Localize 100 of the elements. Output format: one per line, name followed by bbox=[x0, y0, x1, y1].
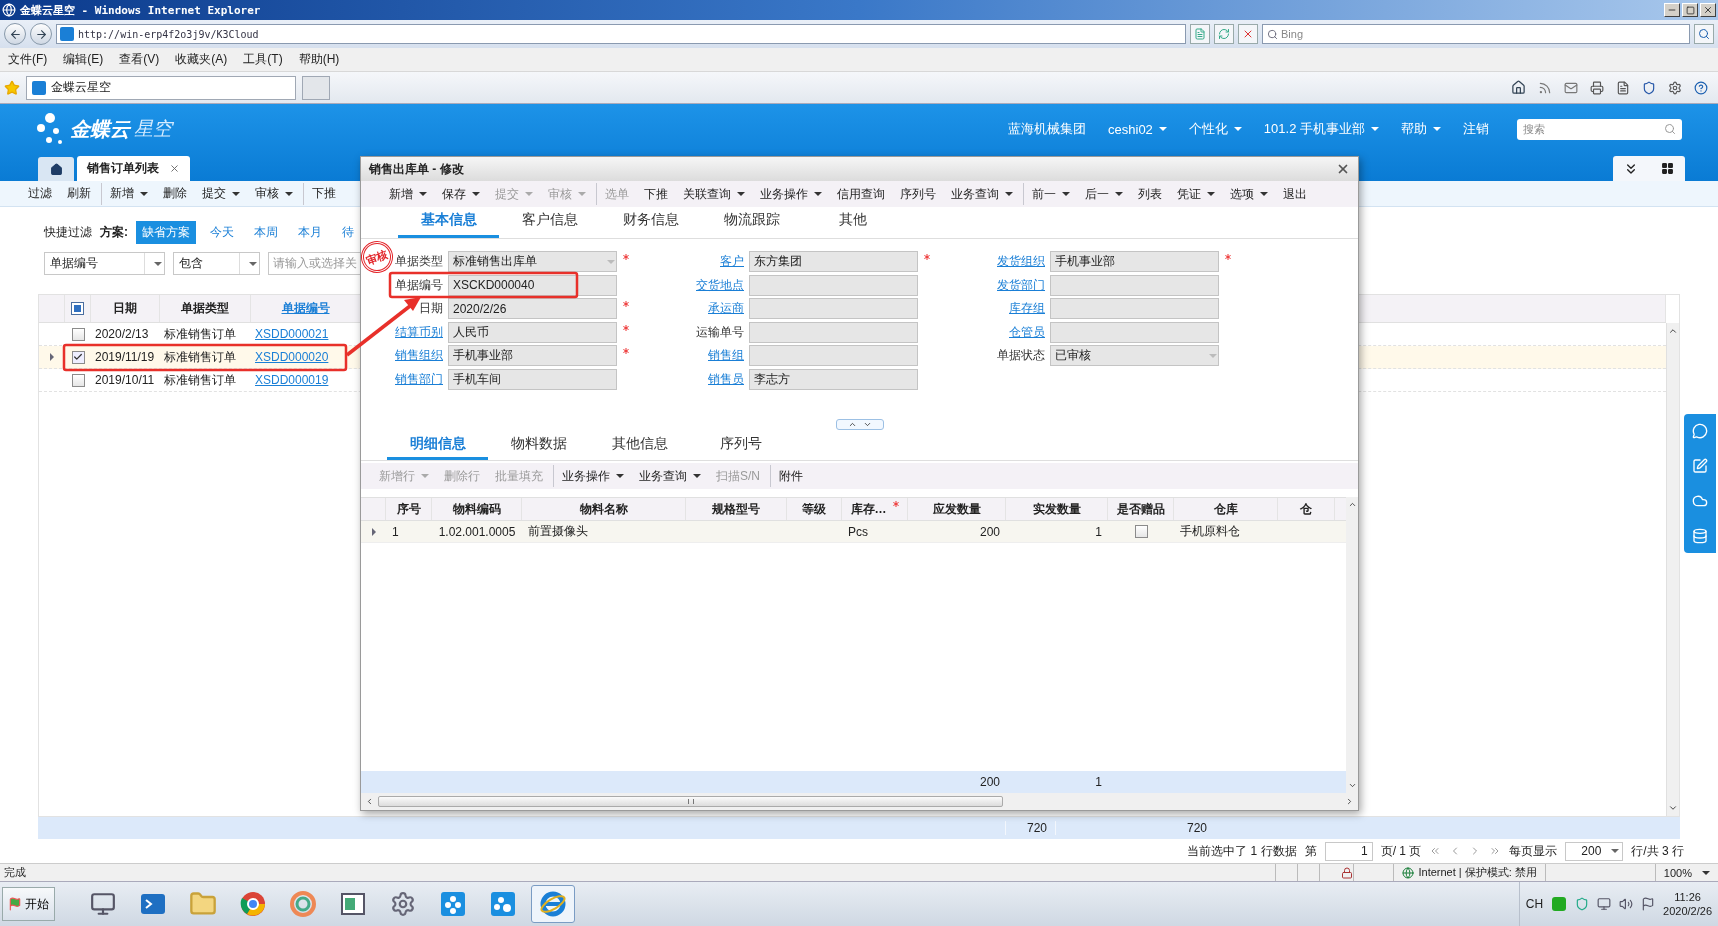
edit-icon[interactable] bbox=[1692, 458, 1708, 475]
field-link[interactable]: 销售组织 bbox=[395, 347, 448, 364]
input-field[interactable]: 手机车间 bbox=[448, 368, 617, 390]
table-row[interactable]: 1 1.02.001.0005 前置摄像头 Pcs 200 1 手机原料仓 bbox=[361, 521, 1346, 543]
tab[interactable]: 物料数据 bbox=[488, 433, 589, 460]
input-field[interactable] bbox=[749, 274, 918, 296]
toolbar-button[interactable]: 信用查询 bbox=[829, 183, 892, 205]
input-field[interactable]: 东方集团 bbox=[749, 251, 918, 272]
row-checkbox[interactable] bbox=[71, 350, 85, 364]
toolbar-button[interactable]: 业务查询 bbox=[631, 465, 708, 487]
toolbar-button[interactable]: 过滤 bbox=[20, 182, 59, 205]
tab[interactable]: 其他信息 bbox=[589, 433, 690, 460]
scrollbar[interactable] bbox=[1666, 323, 1679, 816]
first-page-icon[interactable] bbox=[1429, 845, 1442, 857]
nav-item[interactable]: 帮助 bbox=[1401, 120, 1441, 138]
toolbar-button[interactable]: 新增 bbox=[381, 183, 434, 205]
field-link[interactable]: 结算币别 bbox=[395, 323, 448, 341]
field-link[interactable]: 销售部门 bbox=[395, 370, 448, 388]
home-icon[interactable] bbox=[1511, 80, 1526, 95]
database-icon[interactable] bbox=[1692, 527, 1708, 544]
chat-icon[interactable] bbox=[1692, 423, 1708, 440]
input-field[interactable]: 2020/2/26 bbox=[448, 298, 617, 319]
menu-item[interactable]: 帮助(H) bbox=[298, 51, 340, 68]
field-link[interactable]: 承运商 bbox=[708, 300, 749, 317]
toolbar-button[interactable]: 业务操作 bbox=[752, 183, 829, 205]
search-field[interactable]: Bing bbox=[1262, 24, 1690, 44]
input-field[interactable] bbox=[749, 321, 918, 343]
toolbar-button[interactable]: 刷新 bbox=[59, 182, 98, 205]
row-checkbox[interactable] bbox=[71, 327, 85, 341]
menu-item[interactable]: 工具(T) bbox=[243, 51, 283, 68]
toolbar-button[interactable]: 列表 bbox=[1130, 183, 1169, 205]
toolbar-button[interactable]: 业务操作 bbox=[553, 465, 631, 487]
toolbar-button[interactable]: 选项 bbox=[1222, 183, 1275, 205]
scrollbar[interactable] bbox=[1346, 497, 1358, 793]
scheme-link[interactable]: 本周 bbox=[248, 221, 284, 244]
select-all-checkbox[interactable] bbox=[71, 302, 84, 315]
back-button[interactable] bbox=[4, 23, 26, 45]
toolbar-button[interactable]: 提交 bbox=[194, 182, 247, 205]
print-icon[interactable] bbox=[1590, 80, 1604, 95]
select-field[interactable]: 已审核 bbox=[1050, 345, 1219, 366]
row-checkbox[interactable] bbox=[71, 373, 85, 387]
select-field[interactable]: 标准销售出库单 bbox=[448, 251, 617, 272]
nav-item[interactable]: 注销 bbox=[1463, 120, 1489, 138]
toolbar-button[interactable]: 前一 bbox=[1023, 183, 1077, 205]
input-field[interactable] bbox=[1050, 321, 1219, 343]
search-field[interactable]: 搜索 bbox=[1517, 118, 1682, 140]
page-tab[interactable]: 销售订单列表 bbox=[77, 156, 190, 181]
menu-item[interactable]: 收藏夹(A) bbox=[175, 51, 228, 68]
nav-item[interactable]: 101.2 手机事业部 bbox=[1263, 120, 1379, 138]
close-icon[interactable] bbox=[169, 163, 180, 174]
toolbar-button[interactable]: 序列号 bbox=[892, 183, 943, 205]
home-tab[interactable] bbox=[38, 157, 74, 181]
maximize-button[interactable] bbox=[1682, 3, 1698, 17]
menu-item[interactable]: 编辑(E) bbox=[63, 51, 104, 68]
toolbar-button[interactable]: 退出 bbox=[1275, 183, 1314, 205]
menu-item[interactable]: 查看(V) bbox=[119, 51, 160, 68]
settings-icon[interactable] bbox=[1668, 80, 1682, 95]
collapse-toggle[interactable] bbox=[835, 419, 884, 430]
field-link[interactable]: 发货组织 bbox=[997, 253, 1050, 270]
e-logo-icon[interactable] bbox=[531, 885, 575, 923]
toolbar-button[interactable]: 附件 bbox=[770, 465, 810, 487]
gift-checkbox[interactable] bbox=[1134, 525, 1148, 538]
toolbar-button[interactable]: 保存 bbox=[434, 183, 487, 205]
scheme-link[interactable]: 今天 bbox=[204, 221, 240, 244]
input-field[interactable]: 手机事业部 bbox=[1050, 251, 1219, 272]
tab[interactable]: 基本信息 bbox=[398, 207, 499, 238]
favorites-icon[interactable] bbox=[4, 79, 20, 96]
field-link[interactable]: 发货部门 bbox=[997, 276, 1050, 294]
field-link[interactable]: 仓管员 bbox=[1009, 323, 1050, 341]
tab[interactable]: 序列号 bbox=[690, 433, 791, 460]
close-button[interactable] bbox=[1336, 162, 1350, 176]
forward-button[interactable] bbox=[30, 23, 52, 45]
tab[interactable]: 其他 bbox=[802, 207, 903, 238]
toolbar-button[interactable]: 业务查询 bbox=[943, 183, 1020, 205]
tab[interactable]: 客户信息 bbox=[499, 207, 600, 238]
close-button[interactable] bbox=[1700, 3, 1716, 17]
nav-item[interactable]: 个性化 bbox=[1188, 120, 1242, 138]
toolbar-button[interactable]: 凭证 bbox=[1169, 183, 1222, 205]
page-size-select[interactable]: 200 bbox=[1565, 841, 1624, 861]
menu-item[interactable]: 文件(F) bbox=[8, 51, 48, 68]
search-button[interactable] bbox=[1694, 24, 1714, 44]
page-field[interactable]: 1 bbox=[1324, 841, 1373, 861]
feed-icon[interactable] bbox=[1538, 80, 1552, 95]
field-link[interactable]: 库存组 bbox=[1009, 300, 1050, 317]
document-link[interactable]: XSDD000021 bbox=[251, 327, 361, 341]
operator-select[interactable]: 包含 bbox=[173, 252, 260, 275]
scheme-link[interactable]: 本月 bbox=[292, 221, 328, 244]
tab[interactable]: 财务信息 bbox=[600, 207, 701, 238]
input-field[interactable]: 人民币 bbox=[448, 321, 617, 343]
input-field[interactable] bbox=[749, 345, 918, 366]
input-field[interactable]: 李志方 bbox=[749, 368, 918, 390]
nav-item[interactable]: 蓝海机械集团 bbox=[1008, 120, 1087, 138]
language-indicator[interactable]: CH bbox=[1525, 897, 1544, 911]
input-field[interactable]: 手机事业部 bbox=[448, 345, 617, 366]
input-field[interactable] bbox=[749, 298, 918, 319]
help-icon[interactable] bbox=[1694, 80, 1708, 95]
input-field[interactable] bbox=[1050, 274, 1219, 296]
field-select[interactable]: 单据编号 bbox=[44, 252, 165, 275]
toolbar-button[interactable]: 关联查询 bbox=[675, 183, 752, 205]
shield-icon[interactable] bbox=[1642, 80, 1656, 95]
